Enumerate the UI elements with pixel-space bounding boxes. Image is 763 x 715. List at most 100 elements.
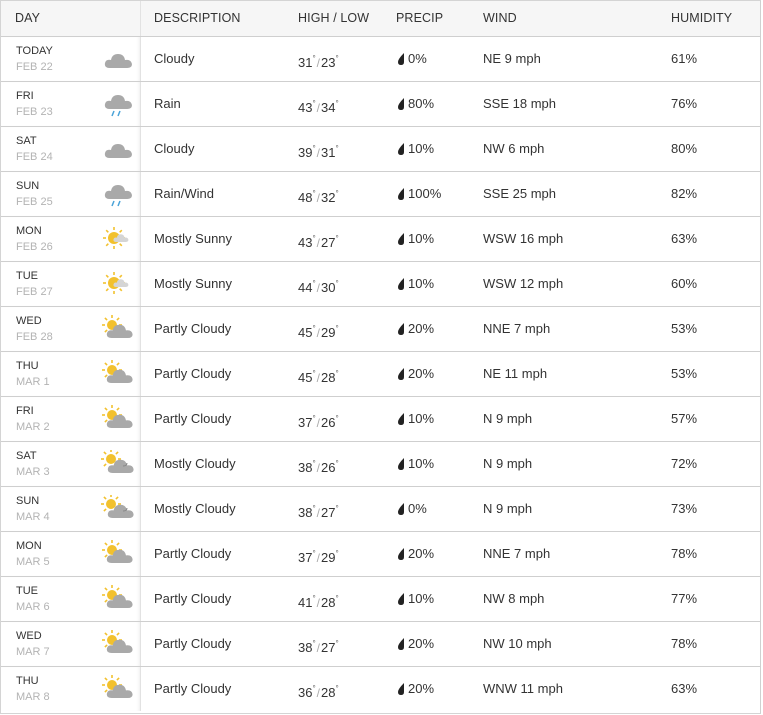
humidity: 77% (671, 591, 698, 606)
description: Mostly Sunny (154, 231, 233, 246)
slash: / (316, 596, 321, 610)
slash: / (316, 371, 321, 385)
precip: 10% (396, 442, 483, 486)
raindrop-icon (398, 638, 404, 650)
table-row[interactable]: TODAY FEB 22 Cloudy 31°/23° 0% NE 9 mph … (1, 37, 760, 82)
description: Mostly Sunny (154, 276, 233, 291)
slash: / (316, 146, 321, 160)
rain-icon (104, 185, 132, 207)
table-row[interactable]: MON FEB 26 Mostly Sunny 43°/27° 10% WSW … (1, 217, 760, 262)
precip: 20% (396, 622, 483, 666)
precip: 20% (396, 532, 483, 576)
slash: / (316, 551, 321, 565)
raindrop-icon (398, 458, 404, 470)
day-cell: WED FEB 28 (1, 307, 141, 351)
table-row[interactable]: THU MAR 8 Partly Cloudy 36°/28° 20% WNW … (1, 667, 760, 711)
day-name: WED (16, 315, 42, 327)
table-row[interactable]: TUE FEB 27 Mostly Sunny 44°/30° 10% WSW … (1, 262, 760, 307)
day-date: FEB 27 (16, 286, 53, 298)
day-cell: TODAY FEB 22 (1, 37, 141, 81)
header-day[interactable]: DAY (1, 1, 141, 36)
wind: NNE 7 mph (483, 321, 551, 336)
table-row[interactable]: SUN MAR 4 Mostly Cloudy 38°/27° 0% N 9 m… (1, 487, 760, 532)
wind: WSW 12 mph (483, 276, 564, 291)
high-low: 43°/27° (298, 217, 396, 261)
humidity: 76% (671, 96, 698, 111)
table-row[interactable]: MON MAR 5 Partly Cloudy 37°/29° 20% NNE … (1, 532, 760, 577)
humidity: 61% (671, 51, 698, 66)
table-row[interactable]: FRI FEB 23 Rain 43°/34° 80% SSE 18 mph 7… (1, 82, 760, 127)
table-row[interactable]: WED MAR 7 Partly Cloudy 38°/27° 20% NW 1… (1, 622, 760, 667)
precip-value: 10% (408, 141, 435, 156)
partly-cloudy-icon (102, 405, 133, 428)
degree-symbol: ° (335, 639, 339, 648)
humidity: 73% (671, 501, 698, 516)
day-date: MAR 8 (16, 691, 50, 703)
table-row[interactable]: THU MAR 1 Partly Cloudy 45°/28° 20% NE 1… (1, 352, 760, 397)
header-humidity[interactable]: HUMIDITY (671, 1, 760, 36)
degree-symbol: ° (335, 414, 339, 423)
high-low: 37°/29° (298, 532, 396, 576)
raindrop-icon (398, 278, 404, 290)
low-temp: 28 (321, 595, 336, 610)
forecast-table: DAY DESCRIPTION HIGH / LOW PRECIP WIND H… (0, 0, 761, 714)
partly-cloudy-icon (102, 585, 133, 608)
raindrop-icon (398, 413, 404, 425)
humidity: 57% (671, 411, 698, 426)
high-temp: 37 (298, 550, 313, 565)
header-description[interactable]: DESCRIPTION (141, 1, 298, 36)
raindrop-icon (398, 53, 404, 65)
partly-cloudy-icon (102, 540, 133, 563)
slash: / (316, 236, 321, 250)
rain-icon (104, 95, 132, 117)
description: Mostly Cloudy (154, 501, 236, 516)
header-precip[interactable]: PRECIP (396, 1, 483, 36)
table-row[interactable]: SAT MAR 3 Mostly Cloudy 38°/26° 10% N 9 … (1, 442, 760, 487)
description: Partly Cloudy (154, 546, 232, 561)
high-low: 38°/26° (298, 442, 396, 486)
precip-value: 80% (408, 96, 435, 111)
humidity: 53% (671, 366, 698, 381)
slash: / (316, 416, 321, 430)
degree-symbol: ° (312, 54, 316, 63)
table-row[interactable]: FRI MAR 2 Partly Cloudy 37°/26° 10% N 9 … (1, 397, 760, 442)
low-temp: 31 (321, 145, 336, 160)
high-low: 38°/27° (298, 622, 396, 666)
header-wind[interactable]: WIND (483, 1, 671, 36)
humidity: 53% (671, 321, 698, 336)
day-name: SUN (16, 495, 40, 507)
precip: 10% (396, 577, 483, 621)
wind: NW 6 mph (483, 141, 545, 156)
day-date: MAR 1 (16, 376, 50, 388)
degree-symbol: ° (335, 459, 339, 468)
precip: 20% (396, 307, 483, 351)
high-low: 36°/28° (298, 667, 396, 711)
table-row[interactable]: WED FEB 28 Partly Cloudy 45°/29° 20% NNE… (1, 307, 760, 352)
high-temp: 44 (298, 280, 313, 295)
table-row[interactable]: SAT FEB 24 Cloudy 39°/31° 10% NW 6 mph 8… (1, 127, 760, 172)
precip-value: 20% (408, 546, 435, 561)
day-cell: SUN FEB 25 (1, 172, 141, 216)
day-cell: TUE FEB 27 (1, 262, 141, 306)
degree-symbol: ° (312, 189, 316, 198)
precip-value: 10% (408, 411, 435, 426)
raindrop-icon (398, 188, 404, 200)
slash: / (316, 686, 321, 700)
header-high-low[interactable]: HIGH / LOW (298, 1, 396, 36)
day-cell: SUN MAR 4 (1, 487, 141, 531)
low-temp: 29 (321, 550, 336, 565)
day-cell: FRI FEB 23 (1, 82, 141, 126)
description: Rain/Wind (154, 186, 214, 201)
raindrop-icon (398, 323, 404, 335)
precip-value: 10% (408, 591, 435, 606)
precip-value: 20% (408, 636, 435, 651)
high-temp: 43 (298, 100, 313, 115)
wind: NW 10 mph (483, 636, 552, 651)
precip: 0% (396, 37, 483, 81)
raindrop-icon (398, 233, 404, 245)
table-row[interactable]: SUN FEB 25 Rain/Wind 48°/32° 100% SSE 25… (1, 172, 760, 217)
humidity: 80% (671, 141, 698, 156)
table-row[interactable]: TUE MAR 6 Partly Cloudy 41°/28° 10% NW 8… (1, 577, 760, 622)
low-temp: 28 (321, 685, 336, 700)
mostly-cloudy-icon (101, 495, 134, 518)
